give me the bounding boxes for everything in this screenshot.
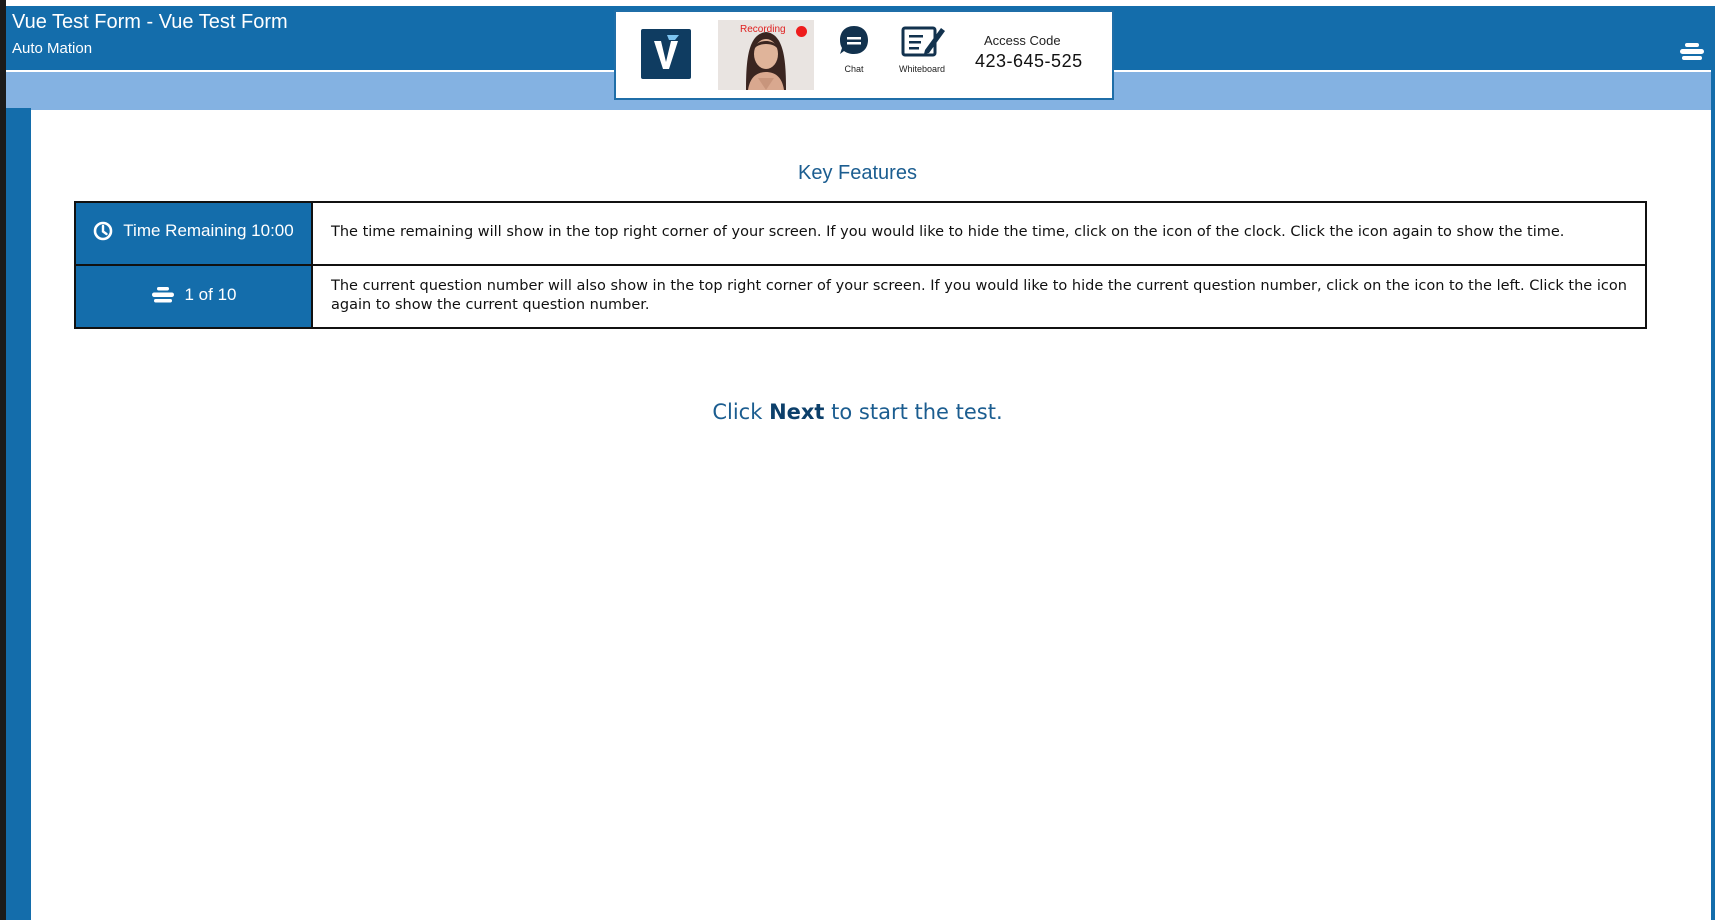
stack-icon [151, 286, 174, 302]
left-rail [6, 108, 31, 920]
instruction-suffix: to start the test. [824, 400, 1003, 424]
next-keyword: Next [769, 400, 825, 424]
time-remaining-description: The time remaining will show in the top … [311, 201, 1647, 266]
chat-button[interactable]: Chat [838, 24, 870, 74]
recording-label: Recording [740, 24, 786, 35]
proctor-panel: Recording Chat Whiteboard Access Code 42… [614, 10, 1114, 100]
stack-icon[interactable] [1679, 42, 1705, 62]
vue-logo-icon [641, 29, 691, 79]
whiteboard-button[interactable]: Whiteboard [892, 24, 952, 74]
key-features-table: Time Remaining 10:00 The time remaining … [74, 201, 1647, 329]
start-instruction: Click Next to start the test. [0, 400, 1715, 424]
time-remaining-label: Time Remaining 10:00 [123, 221, 294, 240]
whiteboard-label: Whiteboard [898, 64, 946, 74]
exam-title: Vue Test Form - Vue Test Form [12, 11, 288, 33]
access-code-label: Access Code [984, 33, 1061, 48]
right-rail [1711, 70, 1715, 920]
candidate-name: Auto Mation [12, 40, 93, 57]
webcam-feed: Recording [718, 20, 814, 90]
whiteboard-icon [901, 26, 945, 57]
chat-label: Chat [844, 64, 864, 74]
clock-icon [93, 221, 113, 241]
recording-indicator [796, 26, 807, 37]
question-number-description: The current question number will also sh… [311, 264, 1647, 329]
table-row: Time Remaining 10:00 The time remaining … [74, 201, 1647, 266]
instruction-prefix: Click [712, 400, 770, 424]
time-remaining-toggle[interactable]: Time Remaining 10:00 [74, 201, 313, 266]
access-code-value: 423-645-525 [975, 51, 1083, 71]
table-row: 1 of 10 The current question number will… [74, 264, 1647, 329]
chat-icon [840, 26, 868, 54]
question-number-toggle[interactable]: 1 of 10 [74, 264, 313, 329]
page-title: Key Features [798, 162, 917, 184]
question-number-label: 1 of 10 [184, 284, 237, 304]
